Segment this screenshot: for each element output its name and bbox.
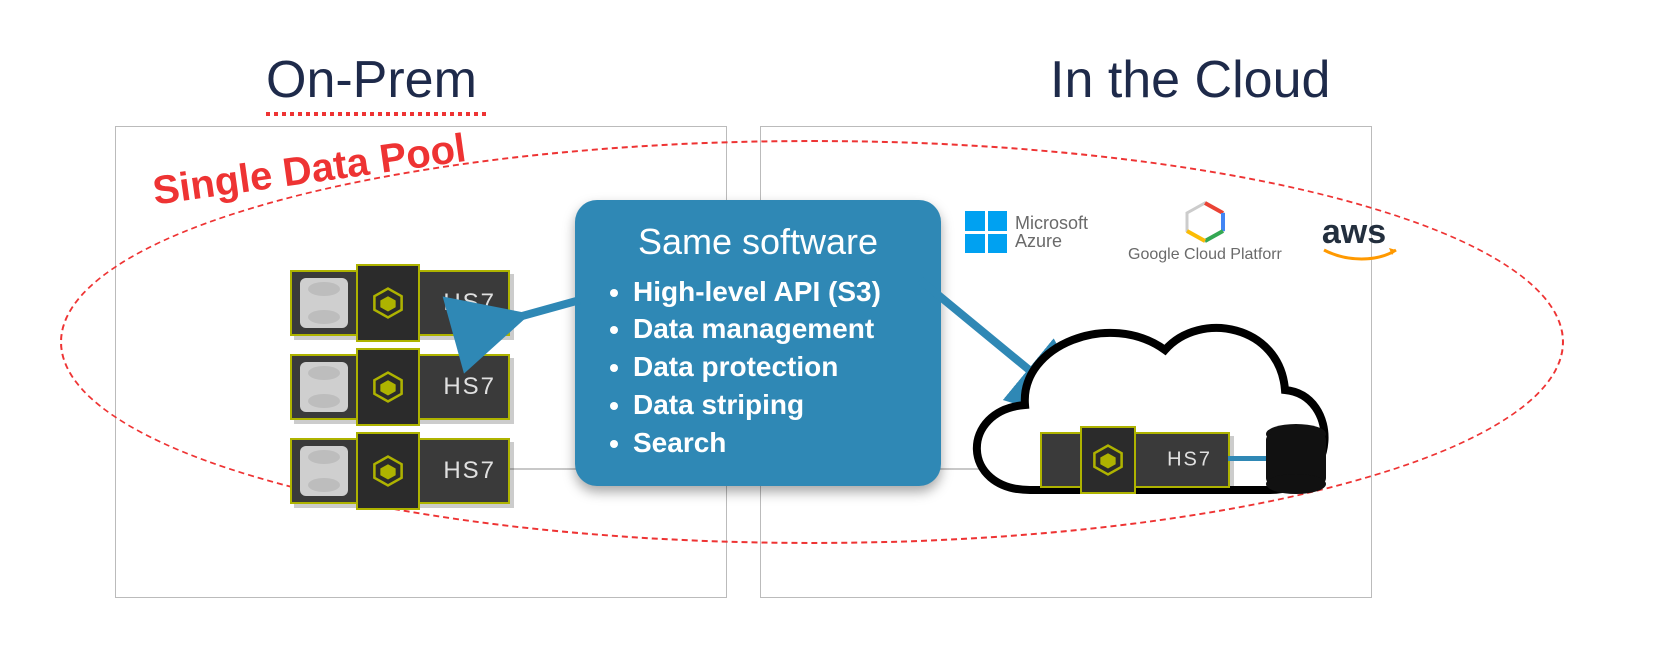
provider-aws: aws bbox=[1322, 213, 1386, 252]
unit-label: HS7 bbox=[443, 373, 496, 401]
callout-list: High-level API (S3) Data management Data… bbox=[603, 273, 913, 462]
callout-item: High-level API (S3) bbox=[633, 273, 913, 311]
unit-label: HS7 bbox=[443, 289, 496, 317]
cloud-providers-row: Microsoft Azure Google Cloud Platforr aw… bbox=[965, 200, 1386, 264]
callout-item: Data striping bbox=[633, 386, 913, 424]
drive-icon bbox=[300, 446, 348, 496]
diagram-stage: On-Prem In the Cloud Single Data Pool HS… bbox=[0, 0, 1656, 652]
gcp-logo-icon bbox=[1183, 200, 1227, 244]
object-storage-icon bbox=[1266, 424, 1326, 494]
gcp-label: Google Cloud Platforr bbox=[1128, 246, 1282, 264]
drive-icon bbox=[300, 362, 348, 412]
aws-label: aws bbox=[1322, 213, 1386, 252]
title-in-cloud: In the Cloud bbox=[1050, 50, 1330, 110]
azure-label: Microsoft Azure bbox=[1015, 214, 1088, 250]
title-on-prem: On-Prem bbox=[266, 50, 477, 110]
arrow-left-icon bbox=[505, 290, 585, 340]
callout-item: Data management bbox=[633, 310, 913, 348]
aws-swoosh-icon bbox=[1322, 248, 1402, 262]
spellcheck-underline-icon bbox=[266, 112, 488, 116]
azure-logo-icon bbox=[965, 211, 1007, 253]
callout-title: Same software bbox=[603, 218, 913, 267]
same-software-callout: Same software High-level API (S3) Data m… bbox=[575, 200, 941, 486]
unit-label: HS7 bbox=[443, 457, 496, 485]
unit-logo-icon bbox=[356, 432, 420, 510]
hs7-unit-cloud: HS7 bbox=[1040, 432, 1230, 488]
unit-label: HS7 bbox=[1167, 449, 1212, 472]
unit-logo-icon bbox=[356, 348, 420, 426]
callout-item: Search bbox=[633, 424, 913, 462]
provider-azure: Microsoft Azure bbox=[965, 211, 1088, 253]
drive-icon bbox=[300, 278, 348, 328]
callout-item: Data protection bbox=[633, 348, 913, 386]
unit-logo-icon bbox=[1080, 426, 1136, 494]
db-link-line bbox=[1228, 456, 1268, 461]
unit-logo-icon bbox=[356, 264, 420, 342]
hs7-unit-onprem-2: HS7 bbox=[290, 354, 510, 420]
cloud-outline-icon bbox=[940, 290, 1340, 550]
hs7-unit-onprem-3: HS7 bbox=[290, 438, 510, 504]
hs7-unit-onprem-1: HS7 bbox=[290, 270, 510, 336]
provider-gcp: Google Cloud Platforr bbox=[1128, 200, 1282, 264]
